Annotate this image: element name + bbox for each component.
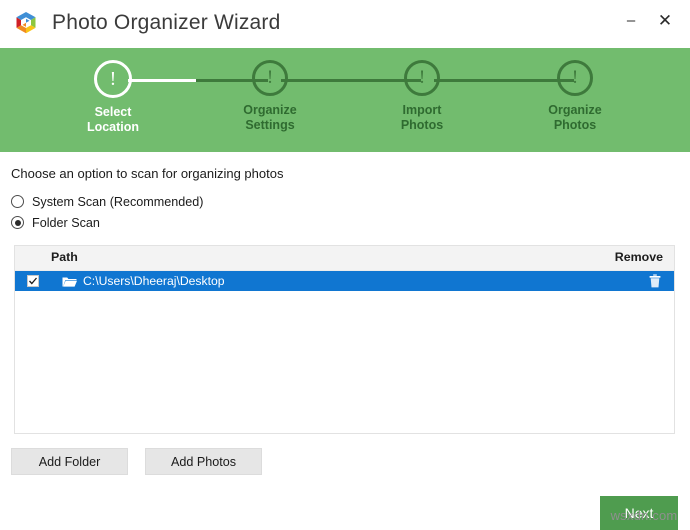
column-header-path: Path: [51, 250, 78, 264]
row-checkbox[interactable]: [27, 275, 39, 287]
step-4-label-line1: Organize: [499, 103, 651, 118]
step-4-label-line2: Photos: [499, 118, 651, 133]
folder-icon: [62, 275, 77, 287]
photo-organizer-wizard-window: Photo Organizer Wizard – ✕ ! Select Loca…: [0, 0, 690, 530]
step-4-circle-icon: !: [557, 60, 593, 96]
add-folder-button[interactable]: Add Folder: [11, 448, 128, 475]
step-2-label: Organize Settings: [194, 103, 346, 133]
step-select-location[interactable]: ! Select Location: [37, 60, 189, 135]
path-table: Path Remove C:\Users\Dheeraj\Desktop: [14, 245, 675, 434]
step-1-label: Select Location: [37, 105, 189, 135]
step-4-marker: !: [572, 68, 578, 87]
step-4-label: Organize Photos: [499, 103, 651, 133]
step-1-marker: !: [110, 69, 117, 89]
step-organize-settings[interactable]: ! Organize Settings: [194, 60, 346, 133]
column-header-remove: Remove: [615, 250, 663, 264]
path-table-header: Path Remove: [15, 246, 674, 271]
next-button[interactable]: Next: [600, 496, 678, 530]
close-icon[interactable]: ✕: [648, 5, 682, 35]
step-3-marker: !: [419, 68, 425, 87]
step-1-label-line2: Location: [37, 120, 189, 135]
table-row[interactable]: C:\Users\Dheeraj\Desktop: [15, 271, 674, 291]
stepper-connector-3: [434, 79, 574, 82]
radio-system-scan-mark: [11, 195, 24, 208]
radio-folder-scan-mark: [11, 216, 24, 229]
app-title: Photo Organizer Wizard: [52, 7, 281, 39]
window-controls: – ✕: [614, 0, 690, 40]
minimize-icon[interactable]: –: [614, 5, 648, 35]
add-photos-button[interactable]: Add Photos: [145, 448, 262, 475]
radio-system-scan[interactable]: System Scan (Recommended): [11, 192, 203, 211]
trash-icon[interactable]: [649, 274, 661, 288]
step-3-label-line1: Import: [346, 103, 498, 118]
scan-prompt-label: Choose an option to scan for organizing …: [11, 166, 283, 181]
main-content: Choose an option to scan for organizing …: [0, 152, 690, 530]
stepper-steps: ! Select Location ! Organize Settings: [0, 48, 690, 152]
app-logo-icon: [11, 9, 41, 39]
title-bar: Photo Organizer Wizard – ✕: [0, 0, 690, 48]
stepper-connector-1: [128, 79, 198, 82]
step-3-label: Import Photos: [346, 103, 498, 133]
radio-system-scan-label: System Scan (Recommended): [32, 195, 203, 209]
step-2-label-line2: Settings: [194, 118, 346, 133]
scan-option-group: System Scan (Recommended) Folder Scan: [11, 192, 203, 234]
radio-folder-scan-label: Folder Scan: [32, 216, 100, 230]
step-2-label-line1: Organize: [194, 103, 346, 118]
step-1-label-line1: Select: [37, 105, 189, 120]
step-3-label-line2: Photos: [346, 118, 498, 133]
wizard-stepper: ! Select Location ! Organize Settings: [0, 48, 690, 152]
step-1-circle-icon: !: [94, 60, 132, 98]
row-path-text: C:\Users\Dheeraj\Desktop: [83, 274, 225, 288]
radio-folder-scan[interactable]: Folder Scan: [11, 213, 203, 232]
step-import-photos[interactable]: ! Import Photos: [346, 60, 498, 133]
step-3-circle-icon: !: [404, 60, 440, 96]
stepper-connector-2: [281, 79, 421, 82]
step-2-marker: !: [267, 68, 273, 87]
step-organize-photos[interactable]: ! Organize Photos: [499, 60, 651, 133]
step-2-circle-icon: !: [252, 60, 288, 96]
